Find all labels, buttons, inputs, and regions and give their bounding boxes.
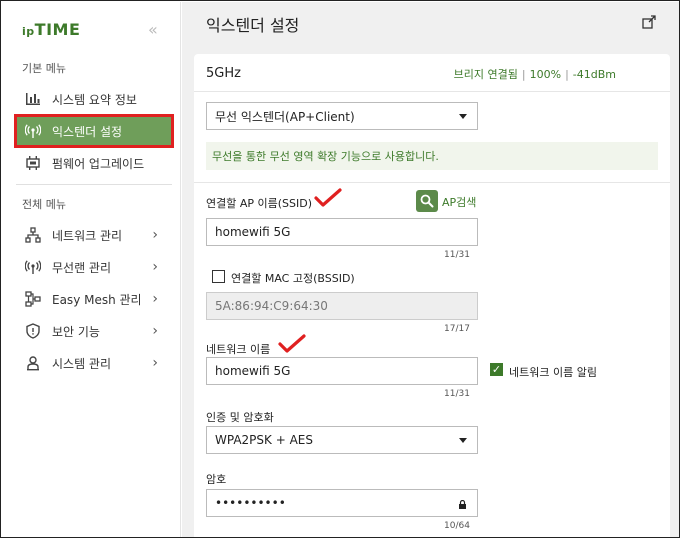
sidebar-item-system[interactable]: 시스템 관리 › (16, 348, 172, 378)
basic-menu-label: 기본 메뉴 (22, 62, 66, 75)
logo-prefix: ip (22, 25, 35, 38)
sidebar-divider (16, 184, 172, 185)
chevron-right-icon: › (152, 291, 158, 307)
chevron-right-icon: › (152, 227, 158, 243)
mac-address-value: 5A:86:94:C9:64:30 (215, 299, 328, 313)
chevron-right-icon: › (152, 323, 158, 339)
wireless-signal-icon (24, 122, 42, 140)
network-name-label: 네트워크 이름 (206, 343, 271, 356)
mode-description: 무선을 통한 무선 영역 확장 기능으로 사용합니다. (206, 142, 658, 170)
status-separator: | (521, 68, 526, 81)
extender-mode-select[interactable]: 무선 익스텐더(AP+Client) (206, 102, 478, 130)
collapse-sidebar-button[interactable]: « (148, 20, 158, 39)
sidebar-item-label: 펌웨어 업그레이드 (52, 156, 145, 171)
connection-status: 브리지 연결됨 | 100% | -41dBm (454, 66, 616, 82)
sidebar-item-label: 시스템 관리 (52, 356, 112, 371)
caret-down-icon (459, 438, 467, 443)
ssid-label: 연결할 AP 이름(SSID) (206, 197, 313, 210)
caret-down-icon (459, 114, 467, 119)
sidebar-item-label: 네트워크 관리 (52, 228, 123, 243)
network-name-input[interactable]: homewifi 5G (206, 357, 478, 385)
auth-encryption-select[interactable]: WPA2PSK + AES (206, 426, 478, 454)
full-menu-label: 전체 메뉴 (22, 198, 66, 211)
password-counter: 10/64 (444, 521, 470, 531)
window-frame: ipTIME « 기본 메뉴 시스템 요약 정보 익스텐더 설정 펌웨어 업그레… (0, 0, 680, 538)
sidebar-item-firmware-upgrade[interactable]: 펌웨어 업그레이드 (16, 148, 172, 178)
mesh-icon (24, 290, 42, 308)
auth-value: WPA2PSK + AES (215, 433, 313, 447)
extender-settings-card: 5GHz 브리지 연결됨 | 100% | -41dBm 무선 익스텐더(AP+Clie… (194, 54, 670, 537)
password-input[interactable]: •••••••••• (206, 489, 478, 517)
password-value: •••••••••• (215, 496, 286, 510)
password-label: 암호 (206, 473, 227, 486)
sidebar-item-label: 보안 기능 (52, 324, 100, 339)
network-name-counter: 11/31 (444, 389, 470, 399)
ap-search-button[interactable] (416, 190, 438, 212)
sidebar-item-extender-settings[interactable]: 익스텐더 설정 (14, 114, 174, 148)
chevron-right-icon: › (152, 355, 158, 371)
status-separator: | (565, 68, 569, 81)
sidebar-item-label: Easy Mesh 관리 (52, 292, 142, 307)
ap-search-label[interactable]: AP검색 (442, 194, 476, 210)
mac-address-input: 5A:86:94:C9:64:30 (206, 292, 478, 320)
network-icon (24, 226, 42, 244)
status-quality: 100% (529, 68, 562, 81)
ssid-counter: 11/31 (444, 250, 470, 260)
status-signal: -41dBm (572, 68, 616, 81)
mac-fix-checkbox[interactable] (212, 270, 225, 283)
broadcast-name-checkbox[interactable]: ✓ (490, 363, 503, 376)
logo-main: TIME (34, 20, 81, 39)
sidebar-item-security[interactable]: 보안 기능 › (16, 316, 172, 346)
sidebar-item-label: 시스템 요약 정보 (52, 92, 137, 107)
sidebar-item-easy-mesh[interactable]: Easy Mesh 관리 › (16, 284, 172, 314)
sidebar-item-label: 무선랜 관리 (52, 260, 112, 275)
card-header: 5GHz 브리지 연결됨 | 100% | -41dBm (194, 54, 670, 92)
section-divider (194, 182, 670, 183)
search-icon (420, 194, 434, 208)
broadcast-name-label: 네트워크 이름 알림 (509, 366, 597, 379)
auth-label: 인증 및 암호화 (206, 411, 274, 424)
bar-chart-icon (24, 90, 42, 108)
mac-fix-label: 연결할 MAC 고정(BSSID) (231, 272, 355, 285)
network-name-value: homewifi 5G (215, 364, 291, 378)
chevron-right-icon: › (152, 259, 158, 275)
red-checkmark-annotation (278, 334, 306, 353)
extender-mode-value: 무선 익스텐더(AP+Client) (215, 109, 355, 124)
sidebar-item-network[interactable]: 네트워크 관리 › (16, 220, 172, 250)
export-icon[interactable] (642, 14, 656, 33)
ssid-input[interactable]: homewifi 5G (206, 218, 478, 246)
status-mode: 브리지 연결됨 (453, 68, 518, 81)
iptime-logo[interactable]: ipTIME (22, 20, 80, 40)
mac-counter: 17/17 (444, 324, 470, 334)
main-content: 익스텐더 설정 5GHz 브리지 연결됨 | 100% | -41dBm 무선 익스텐더… (182, 2, 679, 537)
wireless-signal-icon (24, 258, 42, 276)
sidebar-item-wireless[interactable]: 무선랜 관리 › (16, 252, 172, 282)
firmware-chip-icon (24, 154, 42, 172)
sidebar-item-system-summary[interactable]: 시스템 요약 정보 (16, 84, 172, 114)
shield-icon (24, 322, 42, 340)
red-checkmark-annotation (314, 188, 342, 207)
sidebar-item-label: 익스텐더 설정 (52, 124, 123, 139)
band-label: 5GHz (206, 66, 241, 81)
page-title: 익스텐더 설정 (206, 16, 300, 35)
ssid-value: homewifi 5G (215, 225, 291, 239)
lock-icon[interactable] (458, 500, 467, 509)
system-icon (24, 354, 42, 372)
sidebar: ipTIME « 기본 메뉴 시스템 요약 정보 익스텐더 설정 펌웨어 업그레… (2, 2, 181, 537)
